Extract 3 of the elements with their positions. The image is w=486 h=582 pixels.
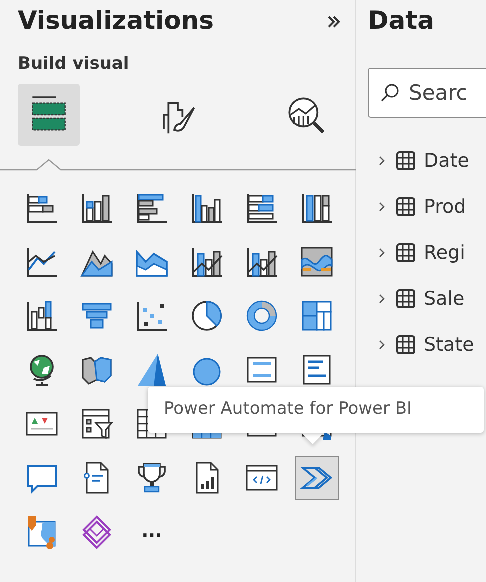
section-title: Build visual bbox=[18, 53, 130, 76]
panel-title: Data bbox=[368, 5, 436, 37]
panel-title: Visualizations bbox=[18, 5, 214, 37]
